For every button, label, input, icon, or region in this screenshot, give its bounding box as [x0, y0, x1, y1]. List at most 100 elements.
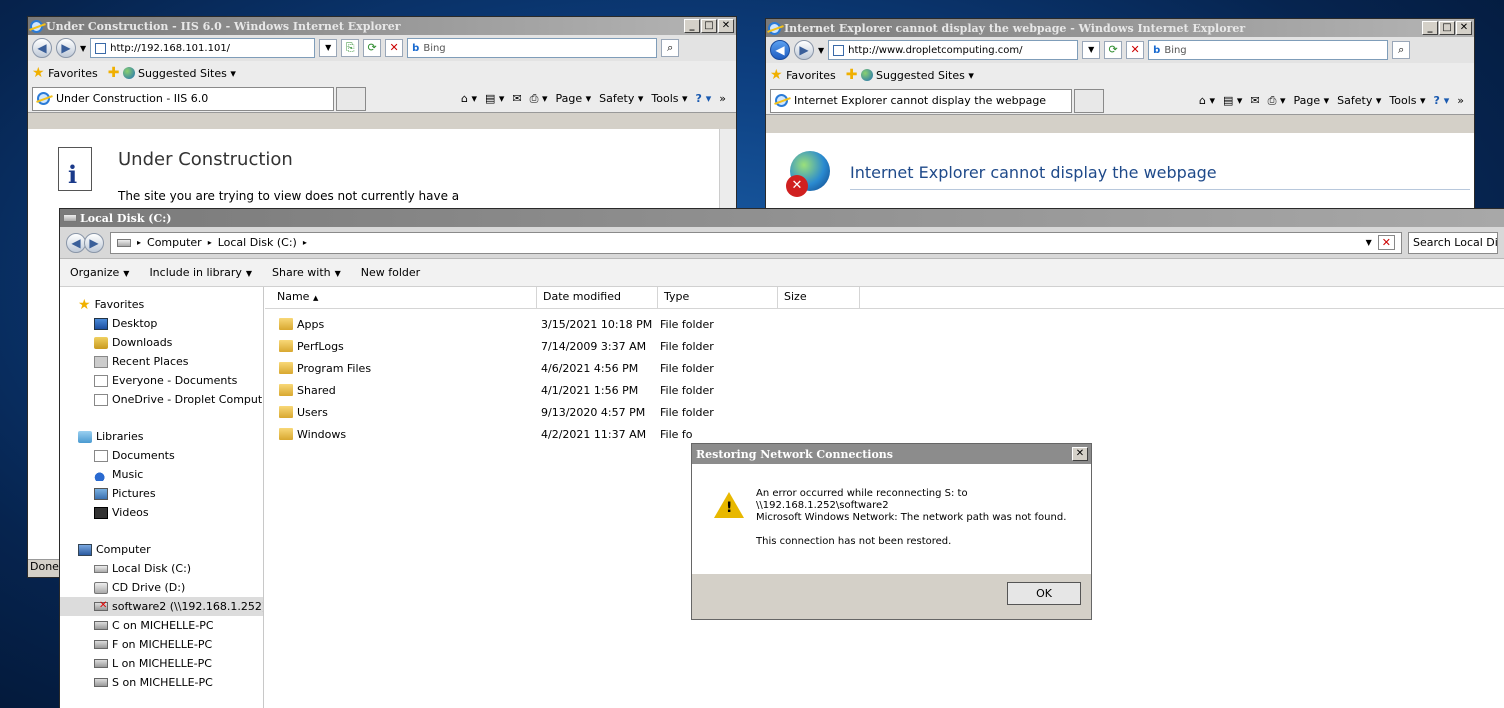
tools-menu[interactable]: Tools ▾ [651, 92, 687, 105]
forward-button[interactable]: ▶ [56, 38, 76, 58]
refresh-button[interactable]: ✕ [1377, 235, 1395, 250]
chevron-down-icon[interactable]: ▼ [1366, 238, 1372, 247]
search-icon[interactable]: ⌕ [661, 39, 680, 57]
table-row[interactable]: PerfLogs 7/14/2009 3:37 AM File folder [265, 335, 1504, 357]
back-button[interactable]: ◀ [32, 38, 52, 58]
nav-pictures[interactable]: Pictures [60, 484, 263, 503]
breadcrumb-sep[interactable]: ▸ [208, 238, 212, 247]
feeds-icon[interactable]: ▤ ▾ [1223, 94, 1242, 107]
safety-menu[interactable]: Safety ▾ [599, 92, 643, 105]
nav-videos[interactable]: Videos [60, 503, 263, 522]
back-button[interactable]: ◀ [66, 232, 86, 253]
nav-c-michelle[interactable]: C on MICHELLE-PC [60, 616, 263, 635]
home-icon[interactable]: ⌂ ▾ [1199, 94, 1215, 107]
address-bar[interactable]: http://192.168.101.101/ [90, 38, 316, 58]
nav-onedrive[interactable]: OneDrive - Droplet Computing [60, 390, 263, 409]
safety-menu[interactable]: Safety ▾ [1337, 94, 1381, 107]
nav-everyone-documents[interactable]: Everyone - Documents [60, 371, 263, 390]
breadcrumb[interactable]: ▸ Computer ▸ Local Disk (C:) ▸ ▼ ✕ [110, 231, 1402, 254]
help-icon[interactable]: ? ▾ [1434, 94, 1450, 107]
print-icon[interactable]: ⎙ ▾ [1268, 94, 1286, 108]
forward-button[interactable]: ▶ [794, 40, 814, 60]
table-row[interactable]: Apps 3/15/2021 10:18 PM File folder [265, 313, 1504, 335]
address-bar[interactable]: http://www.dropletcomputing.com/ [828, 40, 1079, 60]
breadcrumb-sep[interactable]: ▸ [303, 238, 307, 247]
tab-active[interactable]: Internet Explorer cannot display the web… [770, 88, 1072, 113]
search-input[interactable]: Search Local Disk [1408, 231, 1498, 254]
nav-favorites[interactable]: ★ Favorites [60, 295, 263, 314]
breadcrumb-local-disk[interactable]: Local Disk (C:) [218, 236, 297, 249]
search-input[interactable]: b Bing [407, 38, 658, 58]
suggested-sites-button[interactable]: ✚ Suggested Sites ▾ [846, 67, 974, 83]
nav-l-michelle[interactable]: L on MICHELLE-PC [60, 654, 263, 673]
column-type[interactable]: Type [658, 287, 778, 308]
share-with-button[interactable]: Share with ▼ [272, 266, 341, 279]
search-icon[interactable]: ⌕ [1392, 41, 1411, 59]
nav-local-disk[interactable]: Local Disk (C:) [60, 559, 263, 578]
close-button[interactable]: ✕ [1456, 21, 1472, 35]
nav-f-michelle[interactable]: F on MICHELLE-PC [60, 635, 263, 654]
favorites-button[interactable]: ★ Favorites [770, 67, 836, 83]
print-icon[interactable]: ⎙ ▾ [530, 92, 548, 106]
nav-downloads[interactable]: Downloads [60, 333, 263, 352]
nav-desktop[interactable]: Desktop [60, 314, 263, 333]
tab-active[interactable]: Under Construction - IIS 6.0 [32, 86, 334, 111]
page-menu[interactable]: Page ▾ [556, 92, 592, 105]
nav-s-michelle[interactable]: S on MICHELLE-PC [60, 673, 263, 692]
chevron-down-icon[interactable]: ▼ [80, 44, 86, 53]
suggested-sites-button[interactable]: ✚ Suggested Sites ▾ [108, 65, 236, 81]
chevron-more-icon[interactable]: » [719, 92, 726, 105]
column-size[interactable]: Size [778, 287, 860, 308]
nav-cd-drive[interactable]: CD Drive (D:) [60, 578, 263, 597]
organize-button[interactable]: Organize ▼ [70, 266, 129, 279]
new-folder-button[interactable]: New folder [361, 266, 420, 279]
page-menu[interactable]: Page ▾ [1294, 94, 1330, 107]
column-name[interactable]: Name ▲ [265, 287, 537, 308]
dropdown-button[interactable]: ▼ [1082, 41, 1101, 59]
include-in-library-button[interactable]: Include in library ▼ [149, 266, 252, 279]
nav-recent-places[interactable]: Recent Places [60, 352, 263, 371]
table-row[interactable]: Windows 4/2/2021 11:37 AM File fo [265, 423, 1504, 445]
minimize-button[interactable]: _ [1422, 21, 1438, 35]
back-button[interactable]: ◀ [770, 40, 790, 60]
breadcrumb-sep[interactable]: ▸ [137, 238, 141, 247]
nav-documents[interactable]: Documents [60, 446, 263, 465]
chevron-more-icon[interactable]: » [1457, 94, 1464, 107]
feeds-icon[interactable]: ▤ ▾ [485, 92, 504, 105]
nav-software2[interactable]: software2 (\\192.168.1.252) (S [60, 597, 263, 616]
minimize-button[interactable]: _ [684, 19, 700, 33]
refresh-button[interactable]: ⟳ [363, 39, 382, 57]
maximize-button[interactable]: □ [1439, 21, 1455, 35]
stop-button[interactable]: ✕ [385, 39, 404, 57]
compat-icon[interactable]: ⎘ [341, 39, 360, 57]
favorites-button[interactable]: ★ Favorites [32, 65, 98, 81]
table-row[interactable]: Users 9/13/2020 4:57 PM File folder [265, 401, 1504, 423]
close-button[interactable]: ✕ [718, 19, 734, 33]
nav-computer[interactable]: Computer [60, 540, 263, 559]
breadcrumb-computer[interactable]: Computer [147, 236, 202, 249]
chevron-down-icon[interactable]: ▼ [818, 46, 824, 55]
dialog-titlebar[interactable]: Restoring Network Connections ✕ [692, 444, 1091, 464]
new-tab-button[interactable] [336, 86, 366, 111]
ie-left-titlebar[interactable]: Under Construction - IIS 6.0 - Windows I… [28, 17, 736, 35]
maximize-button[interactable]: □ [701, 19, 717, 33]
mail-icon[interactable]: ✉ [1250, 94, 1259, 107]
help-icon[interactable]: ? ▾ [696, 92, 712, 105]
nav-libraries[interactable]: Libraries [60, 427, 263, 446]
table-row[interactable]: Shared 4/1/2021 1:56 PM File folder [265, 379, 1504, 401]
home-icon[interactable]: ⌂ ▾ [461, 92, 477, 105]
mail-icon[interactable]: ✉ [512, 92, 521, 105]
forward-button[interactable]: ▶ [84, 232, 104, 253]
tools-menu[interactable]: Tools ▾ [1389, 94, 1425, 107]
table-row[interactable]: Program Files 4/6/2021 4:56 PM File folder [265, 357, 1504, 379]
refresh-button[interactable]: ⟳ [1104, 41, 1123, 59]
new-tab-button[interactable] [1074, 88, 1104, 113]
dropdown-button[interactable]: ▼ [319, 39, 338, 57]
search-input[interactable]: b Bing [1148, 40, 1389, 60]
explorer-titlebar[interactable]: Local Disk (C:) [60, 209, 1504, 227]
close-button[interactable]: ✕ [1072, 447, 1088, 461]
stop-button[interactable]: ✕ [1126, 41, 1145, 59]
nav-music[interactable]: Music [60, 465, 263, 484]
ok-button[interactable]: OK [1007, 582, 1081, 605]
ie-right-titlebar[interactable]: Internet Explorer cannot display the web… [766, 19, 1474, 37]
